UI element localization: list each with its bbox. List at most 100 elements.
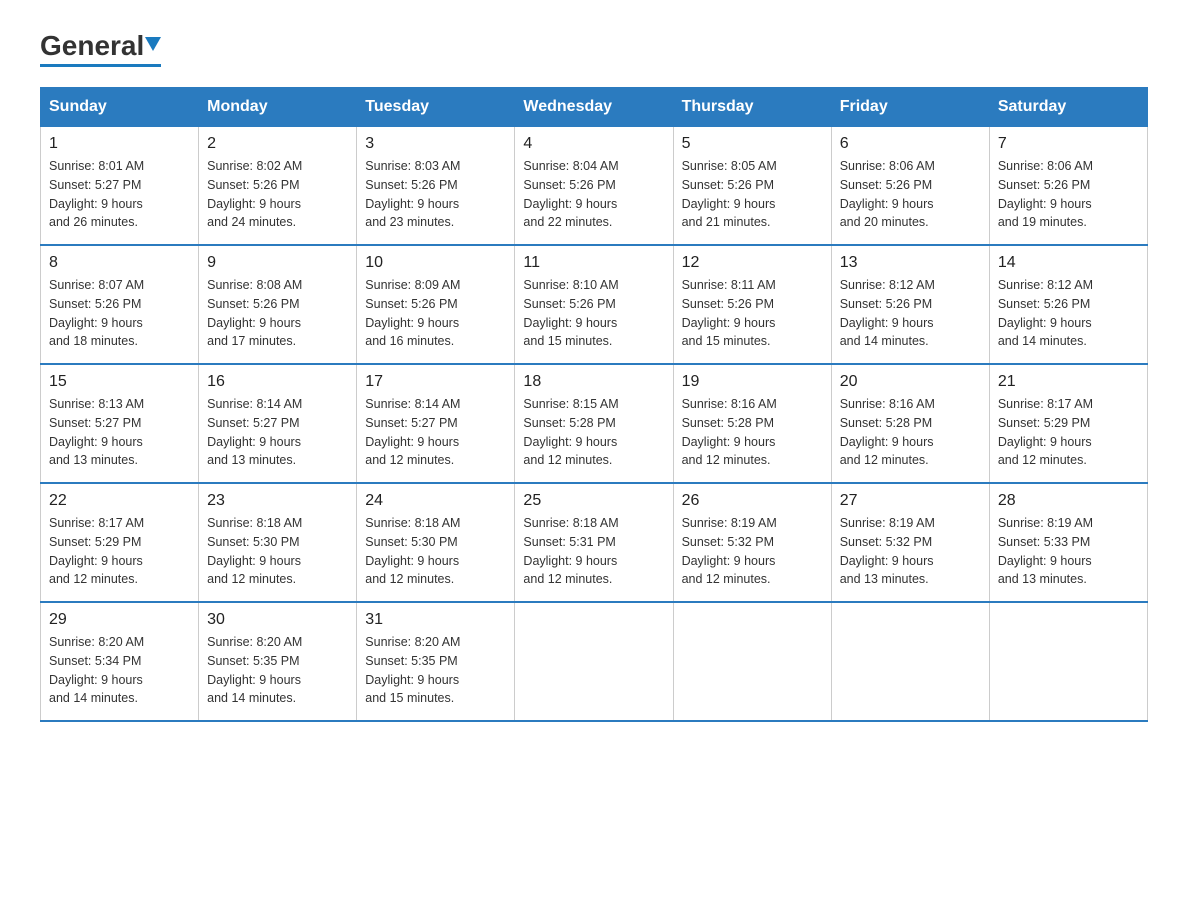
day-info: Sunrise: 8:12 AMSunset: 5:26 PMDaylight:…: [998, 278, 1093, 348]
logo: General: [40, 30, 161, 67]
day-info: Sunrise: 8:14 AMSunset: 5:27 PMDaylight:…: [207, 397, 302, 467]
calendar-cell: [989, 602, 1147, 721]
calendar-cell: 15 Sunrise: 8:13 AMSunset: 5:27 PMDaylig…: [41, 364, 199, 483]
calendar-cell: 30 Sunrise: 8:20 AMSunset: 5:35 PMDaylig…: [199, 602, 357, 721]
page-header: General: [40, 30, 1148, 67]
weekday-header-tuesday: Tuesday: [357, 88, 515, 127]
calendar-cell: 7 Sunrise: 8:06 AMSunset: 5:26 PMDayligh…: [989, 127, 1147, 246]
calendar-cell: 19 Sunrise: 8:16 AMSunset: 5:28 PMDaylig…: [673, 364, 831, 483]
day-number: 9: [207, 254, 348, 272]
calendar-cell: 16 Sunrise: 8:14 AMSunset: 5:27 PMDaylig…: [199, 364, 357, 483]
calendar-cell: 8 Sunrise: 8:07 AMSunset: 5:26 PMDayligh…: [41, 245, 199, 364]
calendar-cell: 4 Sunrise: 8:04 AMSunset: 5:26 PMDayligh…: [515, 127, 673, 246]
day-number: 16: [207, 373, 348, 391]
calendar-cell: 9 Sunrise: 8:08 AMSunset: 5:26 PMDayligh…: [199, 245, 357, 364]
day-number: 30: [207, 611, 348, 629]
day-number: 29: [49, 611, 190, 629]
calendar-cell: 20 Sunrise: 8:16 AMSunset: 5:28 PMDaylig…: [831, 364, 989, 483]
day-info: Sunrise: 8:19 AMSunset: 5:32 PMDaylight:…: [840, 516, 935, 586]
day-number: 31: [365, 611, 506, 629]
logo-general-text: General: [40, 30, 161, 62]
day-info: Sunrise: 8:02 AMSunset: 5:26 PMDaylight:…: [207, 159, 302, 229]
day-number: 11: [523, 254, 664, 272]
day-number: 5: [682, 135, 823, 153]
day-number: 22: [49, 492, 190, 510]
weekday-header-thursday: Thursday: [673, 88, 831, 127]
day-number: 14: [998, 254, 1139, 272]
day-number: 12: [682, 254, 823, 272]
day-info: Sunrise: 8:15 AMSunset: 5:28 PMDaylight:…: [523, 397, 618, 467]
day-info: Sunrise: 8:08 AMSunset: 5:26 PMDaylight:…: [207, 278, 302, 348]
calendar-cell: 26 Sunrise: 8:19 AMSunset: 5:32 PMDaylig…: [673, 483, 831, 602]
calendar-cell: 23 Sunrise: 8:18 AMSunset: 5:30 PMDaylig…: [199, 483, 357, 602]
day-number: 25: [523, 492, 664, 510]
day-info: Sunrise: 8:19 AMSunset: 5:32 PMDaylight:…: [682, 516, 777, 586]
week-row-5: 29 Sunrise: 8:20 AMSunset: 5:34 PMDaylig…: [41, 602, 1148, 721]
day-info: Sunrise: 8:20 AMSunset: 5:35 PMDaylight:…: [365, 635, 460, 705]
weekday-header-monday: Monday: [199, 88, 357, 127]
calendar-cell: 3 Sunrise: 8:03 AMSunset: 5:26 PMDayligh…: [357, 127, 515, 246]
week-row-1: 1 Sunrise: 8:01 AMSunset: 5:27 PMDayligh…: [41, 127, 1148, 246]
day-info: Sunrise: 8:12 AMSunset: 5:26 PMDaylight:…: [840, 278, 935, 348]
day-info: Sunrise: 8:18 AMSunset: 5:30 PMDaylight:…: [207, 516, 302, 586]
calendar-cell: 12 Sunrise: 8:11 AMSunset: 5:26 PMDaylig…: [673, 245, 831, 364]
calendar-cell: 6 Sunrise: 8:06 AMSunset: 5:26 PMDayligh…: [831, 127, 989, 246]
day-info: Sunrise: 8:07 AMSunset: 5:26 PMDaylight:…: [49, 278, 144, 348]
day-info: Sunrise: 8:19 AMSunset: 5:33 PMDaylight:…: [998, 516, 1093, 586]
calendar-cell: 29 Sunrise: 8:20 AMSunset: 5:34 PMDaylig…: [41, 602, 199, 721]
day-info: Sunrise: 8:09 AMSunset: 5:26 PMDaylight:…: [365, 278, 460, 348]
day-info: Sunrise: 8:17 AMSunset: 5:29 PMDaylight:…: [49, 516, 144, 586]
calendar-table: SundayMondayTuesdayWednesdayThursdayFrid…: [40, 87, 1148, 722]
day-number: 10: [365, 254, 506, 272]
day-number: 26: [682, 492, 823, 510]
week-row-3: 15 Sunrise: 8:13 AMSunset: 5:27 PMDaylig…: [41, 364, 1148, 483]
day-number: 19: [682, 373, 823, 391]
calendar-cell: 17 Sunrise: 8:14 AMSunset: 5:27 PMDaylig…: [357, 364, 515, 483]
calendar-cell: [515, 602, 673, 721]
weekday-header-wednesday: Wednesday: [515, 88, 673, 127]
calendar-cell: 1 Sunrise: 8:01 AMSunset: 5:27 PMDayligh…: [41, 127, 199, 246]
day-info: Sunrise: 8:20 AMSunset: 5:34 PMDaylight:…: [49, 635, 144, 705]
day-info: Sunrise: 8:16 AMSunset: 5:28 PMDaylight:…: [840, 397, 935, 467]
day-info: Sunrise: 8:11 AMSunset: 5:26 PMDaylight:…: [682, 278, 776, 348]
day-number: 7: [998, 135, 1139, 153]
day-number: 3: [365, 135, 506, 153]
day-number: 24: [365, 492, 506, 510]
day-number: 27: [840, 492, 981, 510]
day-info: Sunrise: 8:04 AMSunset: 5:26 PMDaylight:…: [523, 159, 618, 229]
calendar-cell: 24 Sunrise: 8:18 AMSunset: 5:30 PMDaylig…: [357, 483, 515, 602]
calendar-cell: 5 Sunrise: 8:05 AMSunset: 5:26 PMDayligh…: [673, 127, 831, 246]
logo-underline: [40, 64, 161, 67]
day-info: Sunrise: 8:14 AMSunset: 5:27 PMDaylight:…: [365, 397, 460, 467]
calendar-cell: 14 Sunrise: 8:12 AMSunset: 5:26 PMDaylig…: [989, 245, 1147, 364]
day-number: 1: [49, 135, 190, 153]
day-info: Sunrise: 8:18 AMSunset: 5:31 PMDaylight:…: [523, 516, 618, 586]
day-info: Sunrise: 8:20 AMSunset: 5:35 PMDaylight:…: [207, 635, 302, 705]
day-info: Sunrise: 8:06 AMSunset: 5:26 PMDaylight:…: [840, 159, 935, 229]
calendar-cell: 28 Sunrise: 8:19 AMSunset: 5:33 PMDaylig…: [989, 483, 1147, 602]
day-info: Sunrise: 8:18 AMSunset: 5:30 PMDaylight:…: [365, 516, 460, 586]
day-number: 13: [840, 254, 981, 272]
day-info: Sunrise: 8:05 AMSunset: 5:26 PMDaylight:…: [682, 159, 777, 229]
day-info: Sunrise: 8:10 AMSunset: 5:26 PMDaylight:…: [523, 278, 618, 348]
weekday-header-friday: Friday: [831, 88, 989, 127]
calendar-cell: [673, 602, 831, 721]
calendar-cell: 10 Sunrise: 8:09 AMSunset: 5:26 PMDaylig…: [357, 245, 515, 364]
day-info: Sunrise: 8:13 AMSunset: 5:27 PMDaylight:…: [49, 397, 144, 467]
calendar-cell: 22 Sunrise: 8:17 AMSunset: 5:29 PMDaylig…: [41, 483, 199, 602]
day-info: Sunrise: 8:03 AMSunset: 5:26 PMDaylight:…: [365, 159, 460, 229]
day-info: Sunrise: 8:17 AMSunset: 5:29 PMDaylight:…: [998, 397, 1093, 467]
calendar-cell: 27 Sunrise: 8:19 AMSunset: 5:32 PMDaylig…: [831, 483, 989, 602]
calendar-cell: 18 Sunrise: 8:15 AMSunset: 5:28 PMDaylig…: [515, 364, 673, 483]
day-number: 2: [207, 135, 348, 153]
day-number: 4: [523, 135, 664, 153]
day-number: 18: [523, 373, 664, 391]
calendar-cell: 31 Sunrise: 8:20 AMSunset: 5:35 PMDaylig…: [357, 602, 515, 721]
calendar-cell: 13 Sunrise: 8:12 AMSunset: 5:26 PMDaylig…: [831, 245, 989, 364]
day-number: 28: [998, 492, 1139, 510]
day-number: 6: [840, 135, 981, 153]
day-number: 15: [49, 373, 190, 391]
day-number: 8: [49, 254, 190, 272]
weekday-header-sunday: Sunday: [41, 88, 199, 127]
calendar-cell: 11 Sunrise: 8:10 AMSunset: 5:26 PMDaylig…: [515, 245, 673, 364]
